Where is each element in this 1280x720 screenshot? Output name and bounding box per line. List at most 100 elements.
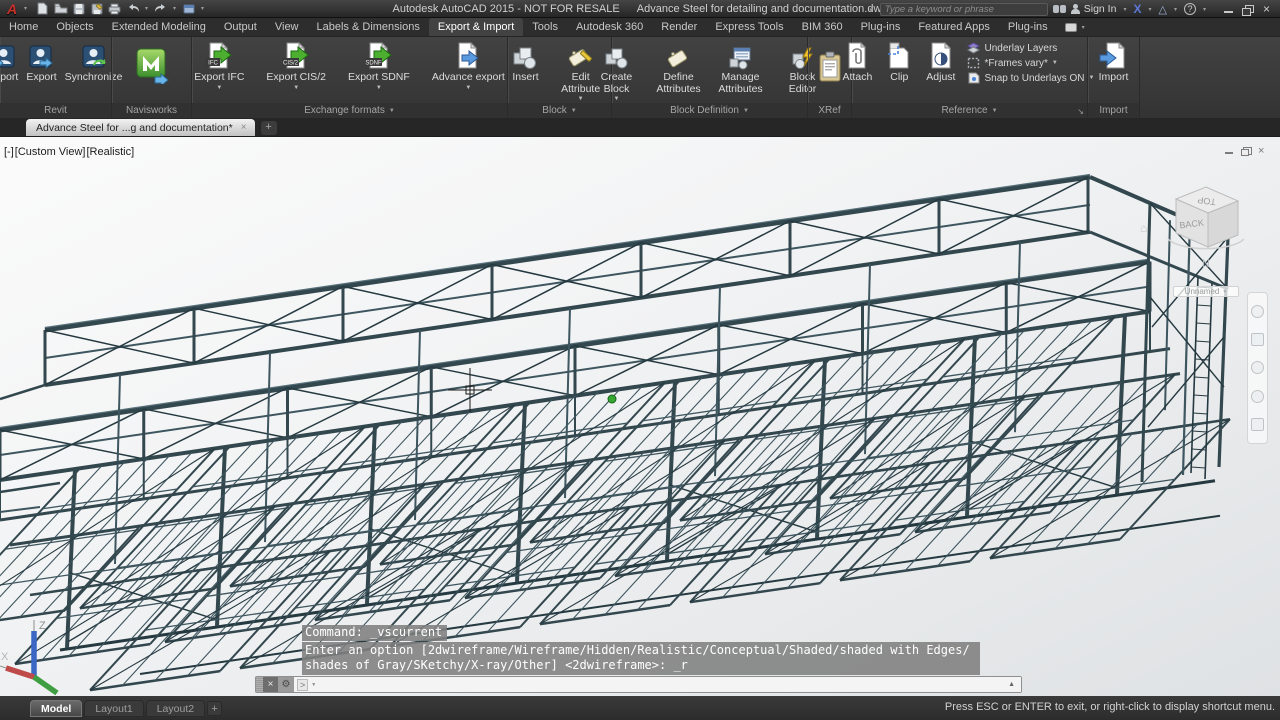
open-folder-icon[interactable]: [53, 2, 68, 15]
panel-caption-import[interactable]: Import: [1088, 103, 1139, 118]
steering-wheel-icon[interactable]: [1251, 304, 1264, 318]
help-caret-icon[interactable]: ▾: [1201, 6, 1208, 13]
panel-caption-revit[interactable]: Revit: [0, 103, 111, 118]
tab-render[interactable]: Render: [652, 18, 706, 36]
command-input-field[interactable]: > ▼ ▲: [294, 677, 1021, 692]
tab-labels-dimensions[interactable]: Labels & Dimensions: [308, 18, 429, 36]
command-bar-grip[interactable]: [256, 677, 263, 692]
minimize-button[interactable]: [1223, 5, 1234, 14]
tab-featured-apps[interactable]: Featured Apps: [909, 18, 999, 36]
pan-icon[interactable]: [1251, 333, 1264, 347]
user-icon[interactable]: [1070, 4, 1080, 14]
ribbon-display-toggle[interactable]: ▾: [1064, 18, 1087, 36]
command-bar-customize-icon[interactable]: ⚙: [278, 677, 294, 692]
new-file-tab-button[interactable]: +: [260, 121, 277, 135]
viewport-close-icon[interactable]: ×: [1258, 146, 1268, 157]
tab-export-import[interactable]: Export & Import: [428, 18, 524, 36]
panel-caption-block-definition[interactable]: Block Definition ▼: [612, 103, 807, 118]
autodesk-360-icon[interactable]: △: [1159, 3, 1167, 16]
undo-icon[interactable]: [125, 2, 140, 15]
snap-underlays-dropdown[interactable]: Snap to Underlays ON ▼: [967, 72, 1095, 84]
tab-express-tools[interactable]: Express Tools: [706, 18, 792, 36]
tab-plug-ins[interactable]: Plug-ins: [852, 18, 910, 36]
panel-caption-block[interactable]: Block ▼: [508, 103, 611, 118]
panel-caption-reference[interactable]: Reference ▼: [852, 103, 1087, 118]
export-cis2-button[interactable]: CIS/2 Export CIS/2 ▼: [262, 38, 330, 91]
manage-attributes-button[interactable]: Manage Attributes: [711, 38, 771, 95]
drawing-viewport[interactable]: ZX [-][Custom View][Realistic] × ⌂ TOP B…: [0, 137, 1280, 696]
viewport-minimize-icon[interactable]: [1224, 147, 1234, 155]
undo-caret-icon[interactable]: ▾: [143, 5, 150, 12]
tab-output[interactable]: Output: [215, 18, 266, 36]
viewport-restore-icon[interactable]: [1241, 147, 1252, 156]
command-line-bar[interactable]: × ⚙ > ▼ ▲: [255, 676, 1022, 693]
save-icon[interactable]: [71, 2, 86, 15]
tab-extended-modeling[interactable]: Extended Modeling: [103, 18, 215, 36]
insert-button[interactable]: Insert: [508, 38, 542, 84]
save-as-icon[interactable]: [89, 2, 104, 15]
tab-view[interactable]: View: [266, 18, 308, 36]
advance-export-button[interactable]: Advance export ▼: [428, 38, 509, 91]
search-icon[interactable]: [1052, 4, 1066, 14]
create-block-button[interactable]: Create Block ▼: [587, 38, 647, 102]
qat-customize-caret-icon[interactable]: ▾: [199, 5, 206, 12]
panel-caption-navisworks[interactable]: Navisworks: [112, 103, 191, 118]
plot-icon[interactable]: [107, 2, 122, 15]
viewcube-named-view-dropdown[interactable]: Unnamed ▼: [1173, 286, 1239, 297]
attach-button[interactable]: Attach: [839, 38, 877, 84]
help-icon[interactable]: ?: [1183, 3, 1196, 15]
sign-in-caret-icon[interactable]: ▾: [1121, 6, 1128, 13]
workspace-icon[interactable]: [181, 2, 196, 15]
export-ifc-button[interactable]: IFC Export IFC ▼: [190, 38, 248, 91]
exchange-apps-icon[interactable]: X: [1133, 2, 1141, 16]
navigation-bar[interactable]: [1247, 292, 1268, 444]
new-layout-button[interactable]: +: [207, 701, 223, 716]
revit-import-button[interactable]: Import: [0, 38, 22, 84]
panel-caption-xref[interactable]: XRef: [808, 103, 851, 118]
layout1-tab[interactable]: Layout1: [84, 700, 144, 717]
model-tab[interactable]: Model: [30, 700, 83, 717]
redo-caret-icon[interactable]: ▾: [171, 5, 178, 12]
adjust-button[interactable]: Adjust: [922, 38, 959, 84]
search-input[interactable]: [879, 2, 1048, 16]
tab-plug-ins-2[interactable]: Plug-ins: [999, 18, 1057, 36]
define-attributes-button[interactable]: Define Attributes: [649, 38, 709, 95]
tab-home[interactable]: Home: [0, 18, 47, 36]
frames-vary-dropdown[interactable]: *Frames vary* ▼: [967, 57, 1094, 69]
search-scope-caret-icon[interactable]: ▸: [868, 6, 875, 13]
viewcube[interactable]: ⌂ TOP BACK N Unnamed ▼: [1140, 177, 1254, 297]
tab-tools[interactable]: Tools: [523, 18, 567, 36]
a360-caret-icon[interactable]: ▾: [1172, 6, 1179, 13]
viewport-minus-control[interactable]: [-]: [4, 146, 14, 158]
recent-commands-caret-icon[interactable]: ▼: [311, 682, 316, 688]
command-input[interactable]: [319, 678, 1006, 691]
autocad-logo-icon[interactable]: A: [2, 1, 22, 17]
underlay-layers-button[interactable]: Underlay Layers: [967, 42, 1094, 54]
close-button[interactable]: ×: [1261, 3, 1272, 15]
reference-dialog-launcher-icon[interactable]: ↘: [1077, 108, 1084, 116]
viewport-style-control[interactable]: [Realistic]: [87, 146, 135, 158]
tab-autodesk-360[interactable]: Autodesk 360: [567, 18, 652, 36]
tab-bim-360[interactable]: BIM 360: [793, 18, 852, 36]
sign-in-button[interactable]: Sign In: [1084, 3, 1117, 15]
viewcube-home-icon[interactable]: ⌂: [1140, 221, 1147, 235]
command-history-expand-icon[interactable]: ▲: [1008, 681, 1018, 688]
showmotion-icon[interactable]: [1251, 418, 1264, 432]
revit-export-button[interactable]: Export: [22, 38, 60, 84]
restore-button[interactable]: [1242, 4, 1254, 16]
command-bar-close-icon[interactable]: ×: [263, 677, 278, 692]
zoom-icon[interactable]: [1251, 361, 1264, 375]
orbit-icon[interactable]: [1251, 389, 1264, 403]
export-sdnf-button[interactable]: SDNF Export SDNF ▼: [344, 38, 414, 91]
file-tab-close-icon[interactable]: ×: [241, 122, 247, 133]
redo-icon[interactable]: [153, 2, 168, 15]
clip-button[interactable]: Clip: [882, 38, 916, 84]
new-file-icon[interactable]: [35, 2, 50, 15]
navisworks-button[interactable]: [131, 38, 173, 84]
file-tab-active[interactable]: Advance Steel for ...g and documentation…: [26, 119, 255, 136]
layout2-tab[interactable]: Layout2: [145, 700, 206, 717]
panel-caption-exchange-formats[interactable]: Exchange formats ▼: [192, 103, 507, 118]
tab-objects[interactable]: Objects: [47, 18, 102, 36]
exchange-caret-icon[interactable]: ▾: [1146, 6, 1153, 13]
viewport-view-control[interactable]: [Custom View]: [15, 146, 86, 158]
